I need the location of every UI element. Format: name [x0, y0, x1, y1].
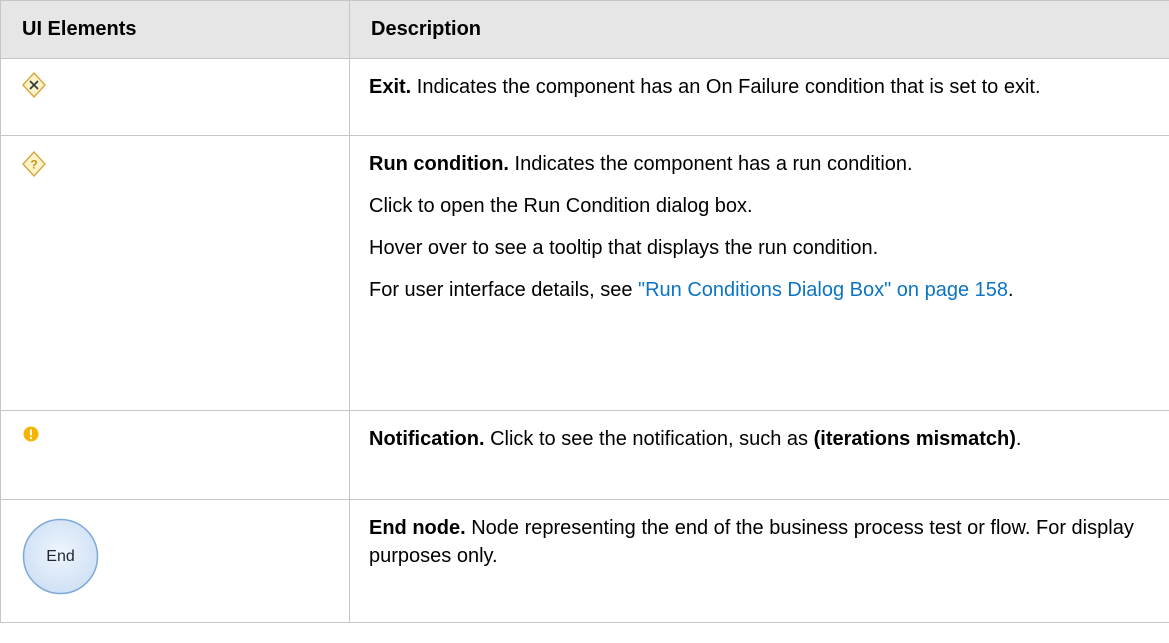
table-row: End End node. Node representing the end …	[0, 499, 1169, 623]
icon-cell	[0, 58, 350, 136]
description-cell: End node. Node representing the end of t…	[349, 499, 1169, 623]
description-cell: Notification. Click to see the notificat…	[349, 410, 1169, 500]
description-text: .	[1015, 428, 1022, 450]
run-condition-diamond-icon: ?	[22, 151, 46, 177]
table-row: Notification. Click to see the notificat…	[0, 410, 1169, 500]
table-header-row: UI Elements Description	[0, 0, 1169, 59]
example-label: (iterations mismatch)	[813, 428, 1016, 450]
description-paragraph: Exit. Indicates the component has an On …	[369, 73, 1157, 101]
icon-cell: End	[0, 499, 350, 623]
description-text: Hover over to see a tooltip that display…	[369, 237, 879, 259]
exit-diamond-icon	[22, 72, 46, 98]
column-header-description: Description	[349, 0, 1169, 59]
end-node-label: End	[46, 547, 75, 565]
icon-cell	[0, 410, 350, 500]
term-label: Notification.	[369, 428, 485, 450]
description-text: Click to see the notification, such as	[484, 428, 814, 450]
term-label: End node.	[369, 517, 466, 539]
description-text: Node representing the end of the busines…	[369, 517, 1134, 567]
term-label: Exit.	[369, 76, 412, 98]
table-row: ? Run condition. Indicates the component…	[0, 135, 1169, 411]
icon-cell: ?	[0, 135, 350, 411]
description-text: .	[1008, 279, 1014, 301]
column-header-ui-elements: UI Elements	[0, 0, 350, 59]
description-paragraph: End node. Node representing the end of t…	[369, 514, 1157, 570]
run-conditions-dialog-link[interactable]: "Run Conditions Dialog Box" on page 158	[638, 279, 1008, 301]
description-cell: Exit. Indicates the component has an On …	[349, 58, 1169, 136]
description-text: Indicates the component has a run condit…	[508, 153, 913, 175]
term-label: Run condition.	[369, 153, 509, 175]
description-text: Indicates the component has an On Failur…	[411, 76, 1041, 98]
description-cell: Run condition. Indicates the component h…	[349, 135, 1169, 411]
notification-info-icon	[23, 426, 39, 442]
table-row: Exit. Indicates the component has an On …	[0, 58, 1169, 136]
description-text: For user interface details, see	[369, 279, 639, 301]
description-paragraph: Click to open the Run Condition dialog b…	[369, 192, 1157, 220]
svg-text:?: ?	[30, 158, 37, 172]
description-paragraph: Run condition. Indicates the component h…	[369, 150, 1157, 178]
description-paragraph: For user interface details, see "Run Con…	[369, 276, 1157, 304]
description-paragraph: Hover over to see a tooltip that display…	[369, 234, 1157, 262]
ui-elements-table: UI Elements Description Exit. Indicates …	[0, 0, 1169, 623]
description-text: Click to open the Run Condition dialog b…	[369, 195, 753, 217]
description-paragraph: Notification. Click to see the notificat…	[369, 425, 1157, 453]
